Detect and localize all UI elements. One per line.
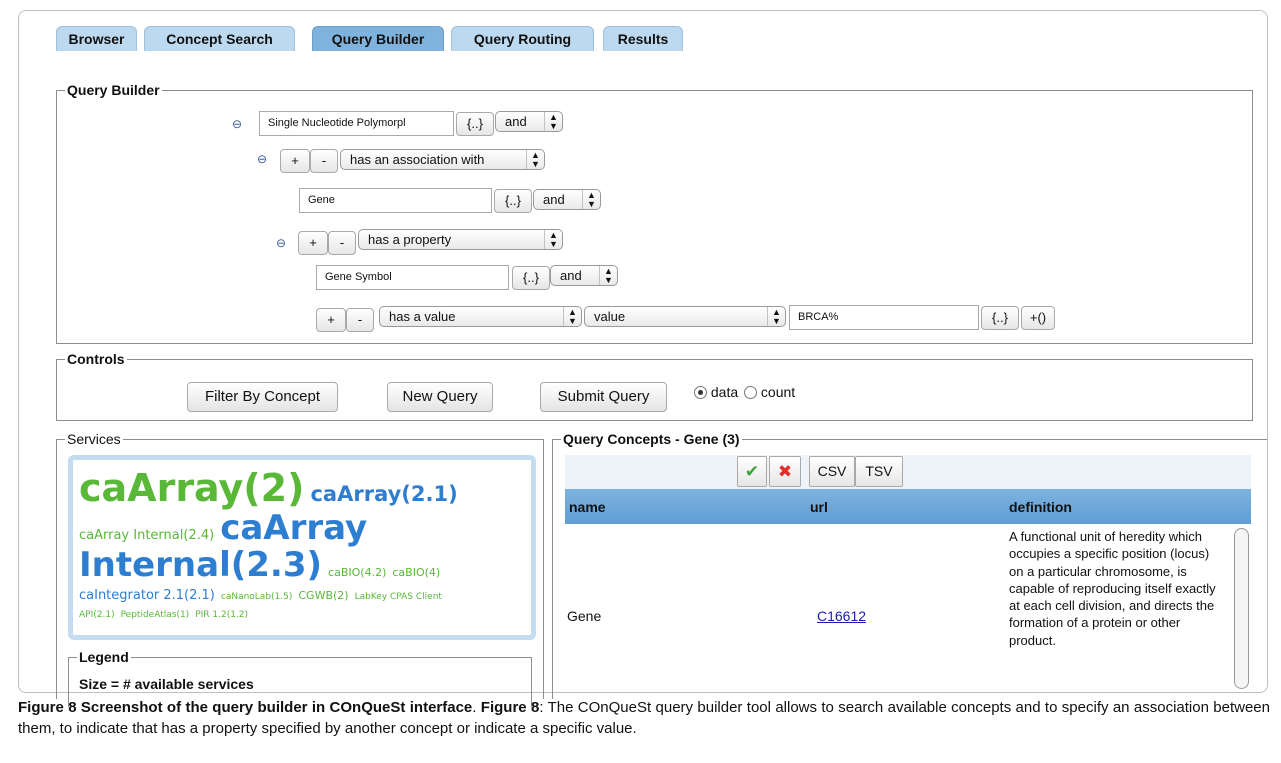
collapse-icon[interactable]: ⊖: [257, 152, 267, 166]
concepts-table-header: name url definition: [565, 489, 1251, 524]
tab-concept-search[interactable]: Concept Search: [144, 26, 295, 51]
concept-field[interactable]: Single Nucleotide Polymorpl: [259, 111, 454, 136]
export-tsv-button[interactable]: TSV: [855, 456, 903, 487]
tag-caarray-2[interactable]: caArray(2): [79, 466, 304, 510]
value-relation-select[interactable]: has a value ▲ ▼: [379, 306, 582, 327]
caption-label: Figure 8: [480, 699, 540, 716]
tag-cabio-4-2[interactable]: caBIO(4.2): [328, 566, 386, 579]
query-concepts-title: Query Concepts - Gene (3): [561, 430, 742, 448]
table-scrollbar[interactable]: [1234, 528, 1249, 689]
select-arrows-icon: ▲ ▼: [526, 150, 544, 169]
reject-icon[interactable]: ✖: [769, 456, 801, 487]
add-button[interactable]: +: [298, 231, 328, 255]
concept-browse-button[interactable]: {..}: [456, 112, 494, 136]
tag-cananolab[interactable]: caNanoLab(1.5): [221, 592, 293, 602]
select-arrows-icon: ▲ ▼: [582, 190, 600, 209]
tab-query-builder[interactable]: Query Builder: [312, 26, 444, 51]
figure-caption: Figure 8 Screenshot of the query builder…: [18, 699, 1270, 737]
select-arrows-icon: ▲ ▼: [599, 266, 617, 285]
controls-title: Controls: [65, 350, 127, 368]
column-header-url[interactable]: url: [810, 499, 828, 515]
property-select[interactable]: has a property ▲ ▼: [358, 229, 563, 250]
submit-query-button[interactable]: Submit Query: [540, 382, 667, 412]
radio-data-label: data: [710, 384, 739, 400]
column-header-definition[interactable]: definition: [1009, 499, 1072, 515]
tag-caarray-internal-2-4[interactable]: caArray Internal(2.4): [79, 528, 214, 543]
value-browse-button[interactable]: {..}: [981, 306, 1019, 330]
legend-title: Legend: [77, 648, 131, 666]
concepts-toolbar: [565, 455, 1251, 489]
caption-heading: Figure 8 Screenshot of the query builder…: [18, 699, 473, 716]
radio-count-label: count: [760, 384, 796, 400]
association-select[interactable]: has an association with ▲ ▼: [340, 149, 545, 170]
tag-pir[interactable]: PIR 1.2(1.2): [195, 610, 248, 620]
services-title: Services: [65, 430, 123, 448]
remove-button[interactable]: -: [328, 231, 356, 255]
association-value: has an association with: [350, 152, 485, 167]
gene-operator-select[interactable]: and ▲ ▼: [533, 189, 601, 210]
symbol-operator-value: and: [560, 268, 582, 283]
remove-button[interactable]: -: [310, 149, 338, 173]
tab-query-routing[interactable]: Query Routing: [451, 26, 594, 51]
value-field[interactable]: BRCA%: [789, 305, 979, 330]
cell-definition: A functional unit of heredity which occu…: [1009, 529, 1216, 648]
tag-peptideatlas[interactable]: PeptideAtlas(1): [121, 610, 190, 620]
radio-count[interactable]: [744, 386, 758, 399]
service-tag-cloud: caArray(2) caArray(2.1) caArray Internal(…: [68, 455, 536, 640]
column-header-name[interactable]: name: [569, 499, 606, 515]
value-type-value: value: [594, 309, 626, 324]
gene-browse-button[interactable]: {..}: [494, 189, 532, 213]
collapse-icon[interactable]: ⊖: [276, 236, 286, 250]
concept-operator-select[interactable]: and ▲ ▼: [495, 111, 563, 132]
gene-field[interactable]: Gene: [299, 188, 492, 213]
tag-cabio-4[interactable]: caBIO(4): [392, 566, 440, 579]
result-mode-radios: data count: [694, 384, 795, 400]
export-csv-button[interactable]: CSV: [809, 456, 855, 487]
value-relation-value: has a value: [389, 309, 456, 324]
select-arrows-icon: ▲ ▼: [544, 112, 562, 131]
query-builder-title: Query Builder: [65, 81, 162, 99]
new-query-button[interactable]: New Query: [387, 382, 493, 412]
select-arrows-icon: ▲ ▼: [563, 307, 581, 326]
radio-data[interactable]: [694, 386, 707, 399]
symbol-operator-select[interactable]: and ▲ ▼: [550, 265, 618, 286]
property-value: has a property: [368, 232, 452, 247]
tag-caintegrator[interactable]: caIntegrator 2.1(2.1): [79, 588, 215, 603]
tag-cgwb[interactable]: CGWB(2): [298, 589, 348, 602]
gene-operator-value: and: [543, 192, 565, 207]
remove-button[interactable]: -: [346, 308, 374, 332]
tab-browser[interactable]: Browser: [56, 26, 137, 51]
select-arrows-icon: ▲ ▼: [767, 307, 785, 326]
gene-symbol-field[interactable]: Gene Symbol: [316, 265, 509, 290]
accept-icon[interactable]: ✔: [737, 456, 767, 487]
tab-results[interactable]: Results: [603, 26, 683, 51]
tag-caarray-2-1[interactable]: caArray(2.1): [310, 482, 457, 506]
collapse-icon[interactable]: ⊖: [232, 117, 242, 131]
tag-caarray-internal-2-3-a[interactable]: caArray: [220, 508, 367, 548]
tag-caarray-internal-2-3-b[interactable]: Internal(2.3): [79, 545, 322, 585]
concept-operator-value: and: [505, 114, 527, 129]
value-type-select[interactable]: value ▲ ▼: [584, 306, 786, 327]
legend-text: Size = # available services: [79, 676, 254, 692]
filter-by-concept-button[interactable]: Filter By Concept: [187, 382, 338, 412]
select-arrows-icon: ▲ ▼: [544, 230, 562, 249]
add-button[interactable]: +: [316, 308, 346, 332]
symbol-browse-button[interactable]: {..}: [512, 266, 550, 290]
add-button[interactable]: +: [280, 149, 310, 173]
cell-url-link[interactable]: C16612: [817, 608, 866, 624]
add-group-button[interactable]: +(): [1021, 306, 1055, 330]
cell-name: Gene: [567, 608, 602, 624]
